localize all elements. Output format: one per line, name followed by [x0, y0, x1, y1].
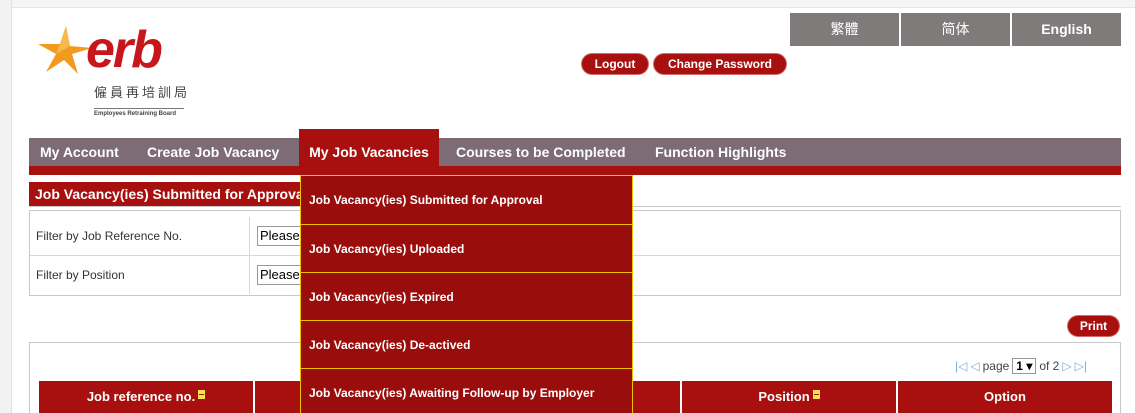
nav-function-highlights[interactable]: Function Highlights	[655, 138, 786, 166]
print-button[interactable]: Print	[1068, 316, 1119, 336]
next-page-icon[interactable]: ▷	[1062, 359, 1071, 373]
sort-icon[interactable]	[812, 390, 820, 399]
menu-item-expired[interactable]: Job Vacancy(ies) Expired	[301, 272, 632, 320]
filter-divider	[249, 256, 250, 294]
column-header-position[interactable]: Position	[682, 381, 896, 413]
nav-my-account[interactable]: My Account	[40, 138, 119, 166]
nav-underline	[29, 166, 1121, 175]
my-job-vacancies-dropdown: Job Vacancy(ies) Submitted for Approval …	[300, 175, 633, 413]
column-header	[255, 381, 300, 413]
lang-traditional-chinese[interactable]: 繁體	[790, 13, 899, 46]
menu-item-submitted-for-approval[interactable]: Job Vacancy(ies) Submitted for Approval	[301, 176, 632, 224]
nav-create-job-vacancy[interactable]: Create Job Vacancy	[147, 138, 279, 166]
sort-icon[interactable]	[198, 390, 206, 399]
column-header-label: Job reference no.	[86, 389, 196, 404]
page-select-value: 1	[1016, 359, 1023, 373]
main-nav: My Account Create Job Vacancy My Job Vac…	[29, 129, 1121, 175]
window-left-edge	[0, 0, 12, 413]
menu-item-awaiting-follow-up[interactable]: Job Vacancy(ies) Awaiting Follow-up by E…	[301, 368, 632, 413]
column-header-option: Option	[898, 381, 1112, 413]
erb-logo[interactable]: erb 僱員再培訓局 Employees Retraining Board	[36, 22, 216, 122]
prev-page-icon[interactable]: ◁	[970, 359, 979, 373]
nav-courses-to-be-completed[interactable]: Courses to be Completed	[456, 138, 626, 166]
column-header-label: Position	[758, 389, 810, 404]
page-select[interactable]: 1 ▾	[1012, 358, 1037, 374]
filter-position-label: Filter by Position	[36, 268, 125, 282]
logo-english-name: Employees Retraining Board	[94, 108, 184, 117]
filter-divider	[249, 217, 250, 255]
last-page-icon[interactable]: ▷|	[1075, 359, 1087, 373]
lang-simplified-chinese[interactable]: 简体	[899, 13, 1010, 46]
filter-ref-label: Filter by Job Reference No.	[36, 229, 183, 243]
menu-item-de-actived[interactable]: Job Vacancy(ies) De-actived	[301, 320, 632, 368]
language-switcher: 繁體 简体 English	[790, 13, 1121, 46]
change-password-button[interactable]: Change Password	[654, 54, 786, 74]
page-label: page	[982, 359, 1010, 373]
logout-button[interactable]: Logout	[582, 54, 648, 74]
column-header-job-ref[interactable]: Job reference no.	[39, 381, 253, 413]
column-header	[632, 381, 680, 413]
logo-chinese-name: 僱員再培訓局	[94, 86, 191, 101]
menu-item-uploaded[interactable]: Job Vacancy(ies) Uploaded	[301, 224, 632, 272]
window-top-edge	[0, 0, 1135, 8]
first-page-icon[interactable]: |◁	[955, 359, 967, 373]
logo-wordmark: erb	[86, 21, 163, 79]
page-total: of 2	[1039, 359, 1060, 373]
page-title: Job Vacancy(ies) Submitted for Approval	[29, 182, 344, 206]
lang-english[interactable]: English	[1010, 13, 1121, 46]
pagination: |◁ ◁ page 1 ▾ of 2 ▷ ▷|	[955, 358, 1087, 374]
